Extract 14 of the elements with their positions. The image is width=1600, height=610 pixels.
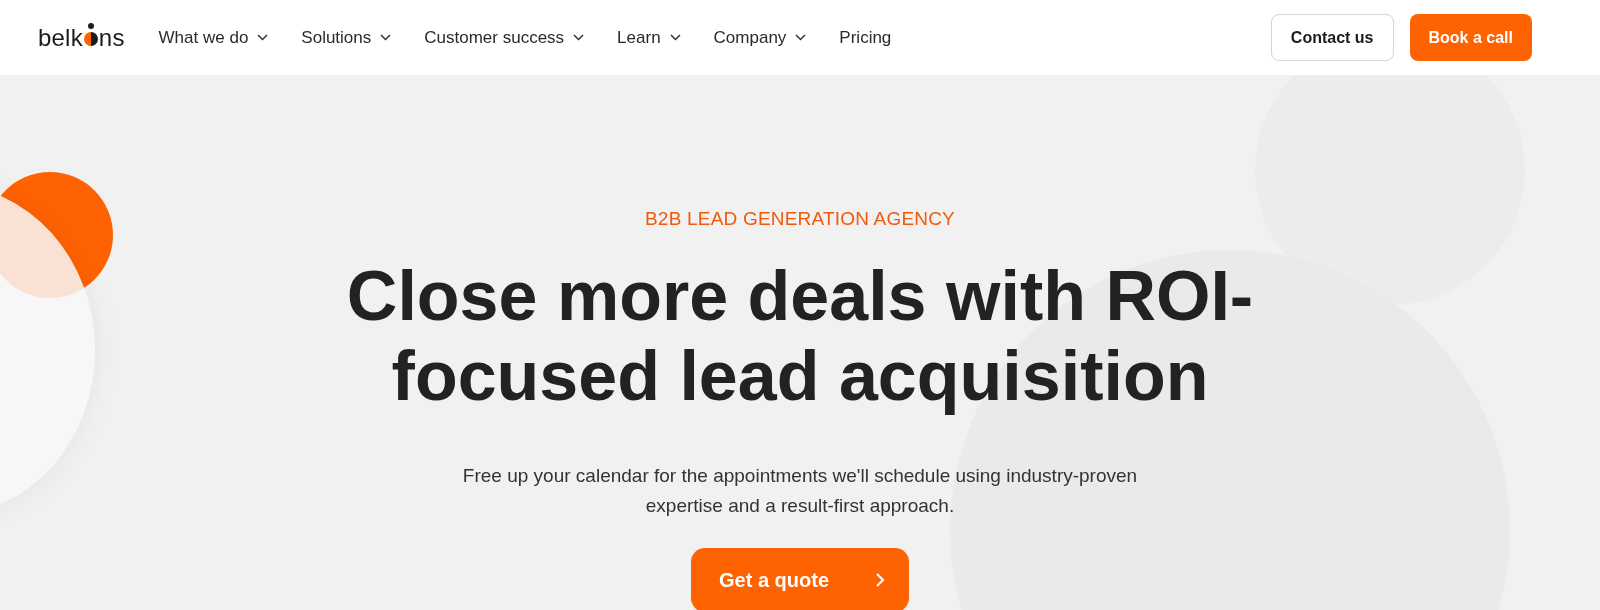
logo-figure-icon [83,23,98,46]
logo-text: ns [98,23,125,52]
hero-subtitle: Free up your calendar for the appointments we'll schedule using industry-proven expertise and a result-first approach. [461,464,1139,518]
nav-link[interactable]: Pricing [839,27,892,48]
nav-link[interactable]: What we do [158,27,269,48]
nav-link[interactable]: Learn [617,27,681,48]
logo-text: belk [38,23,83,52]
nav-link[interactable]: Company [713,27,807,48]
nav-link[interactable]: Customer success [424,27,585,48]
hero-title: Close more deals with ROI-focused lead acquisition [345,256,1255,416]
nav-link[interactable]: Solutions [301,27,392,48]
eyebrow-text: B2B LEAD GENERATION AGENCY [645,208,955,230]
contact-button[interactable]: Contact us [1270,14,1394,61]
chevron-right-icon [875,572,885,588]
